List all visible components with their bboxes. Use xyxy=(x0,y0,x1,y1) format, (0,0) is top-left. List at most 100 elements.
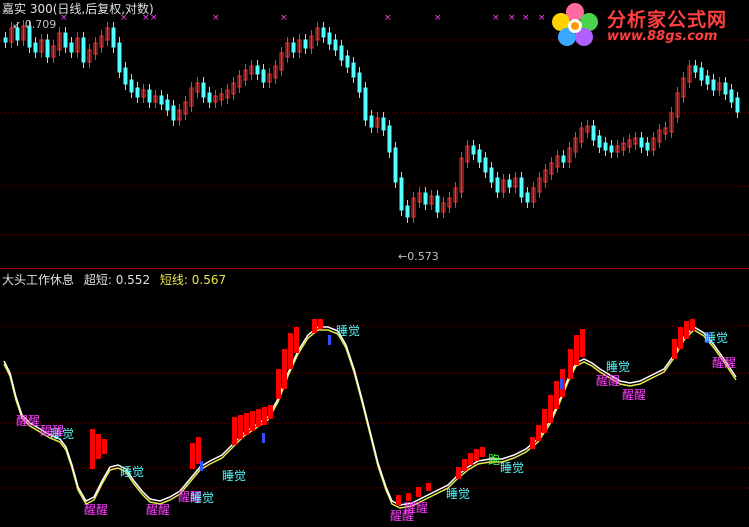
signal-bar-blue xyxy=(328,335,331,345)
candle-body xyxy=(381,117,386,131)
candle-body xyxy=(171,105,176,121)
high-price-label: ↙ 0.709 xyxy=(12,18,57,31)
wake-label: 醒醒 xyxy=(596,374,621,388)
short-label: 短线: xyxy=(159,273,188,287)
signal-x-marker: × xyxy=(280,13,288,23)
candle-body xyxy=(705,75,710,85)
signal-bar xyxy=(690,319,695,331)
signal-bar xyxy=(294,327,299,353)
candle-body xyxy=(363,87,368,121)
candle-body xyxy=(147,89,152,103)
signal-x-marker: × xyxy=(522,13,530,23)
signal-bar xyxy=(90,429,95,469)
signal-bar xyxy=(426,483,431,491)
candle-body xyxy=(525,192,530,203)
candle-body xyxy=(609,145,614,153)
candle-body xyxy=(399,177,404,211)
candle-body xyxy=(327,32,332,45)
signal-bar xyxy=(312,319,317,333)
signal-bar xyxy=(256,409,261,427)
indicator-name: 大头工作休息 xyxy=(2,273,75,287)
candle-body xyxy=(435,195,440,213)
signal-bar xyxy=(288,333,293,369)
candle-body xyxy=(723,82,728,95)
wake-label: 醒醒 xyxy=(84,503,109,517)
candle-body xyxy=(135,87,140,98)
signal-bar xyxy=(196,437,201,464)
sleep-label: 睡觉 xyxy=(336,324,361,338)
super-short-line xyxy=(3,326,737,506)
sleep-label: 睡觉 xyxy=(222,469,247,483)
wake-label: 醒醒 xyxy=(40,424,65,438)
main-chart-title: 嘉实 300(日线,后复权,对数) xyxy=(2,2,154,16)
signal-bar xyxy=(480,447,485,457)
sleep-label: 睡觉 xyxy=(446,487,471,501)
signal-bar xyxy=(542,409,547,433)
signal-bar xyxy=(238,415,243,439)
sleep-label: 睡觉 xyxy=(190,491,215,505)
candle-body xyxy=(699,67,704,81)
candle-body xyxy=(357,72,362,93)
candle-body xyxy=(561,155,566,163)
candle-body xyxy=(201,82,206,98)
signal-bar xyxy=(190,443,195,469)
candle-body xyxy=(345,55,350,68)
candle-body xyxy=(591,125,596,141)
candle-body xyxy=(483,157,488,173)
signal-bar xyxy=(554,381,559,409)
candle-body xyxy=(597,135,602,148)
logo-url: www.88gs.com xyxy=(607,29,718,44)
candle-body xyxy=(507,179,512,188)
candle-body xyxy=(111,27,116,48)
candle-body xyxy=(123,67,128,85)
candle-body xyxy=(303,39,308,49)
candle-body xyxy=(165,99,170,111)
candle-body xyxy=(351,62,356,78)
candle-body xyxy=(735,97,740,113)
signal-bar xyxy=(672,339,677,359)
signal-bar xyxy=(574,335,579,365)
low-price-label: ←0.573 xyxy=(398,250,439,263)
candle-body xyxy=(693,65,698,73)
signal-bar-blue xyxy=(200,461,203,471)
low-arrow-icon: ← xyxy=(398,250,408,263)
candle-body xyxy=(45,39,50,58)
candle-body xyxy=(333,39,338,51)
signal-bar xyxy=(102,439,107,454)
candle-body xyxy=(645,142,650,151)
candle-body xyxy=(639,137,644,148)
signal-bar xyxy=(262,407,267,425)
sleep-label: 睡觉 xyxy=(120,465,145,479)
wake-label: 醒醒 xyxy=(622,388,647,402)
signal-bar xyxy=(456,467,461,479)
candle-body xyxy=(3,37,8,43)
candle-body xyxy=(603,142,608,151)
signal-x-marker: × xyxy=(508,13,516,23)
signal-bar-blue xyxy=(560,379,563,389)
candle-body xyxy=(393,147,398,183)
candle-body xyxy=(81,37,86,63)
wake-label: 醒醒 xyxy=(16,414,41,428)
signal-bar xyxy=(684,321,689,339)
candle-body xyxy=(117,42,122,73)
signal-bar xyxy=(548,395,553,423)
candle-body xyxy=(423,192,428,205)
flower-logo-icon xyxy=(552,3,598,46)
signal-bar xyxy=(232,417,237,445)
run-label: 跑 xyxy=(488,453,501,467)
indicator-title: 大头工作休息 超短: 0.552 短线: 0.567 xyxy=(2,271,226,288)
candle-body xyxy=(63,32,68,48)
signal-bar xyxy=(244,413,249,435)
signal-bar xyxy=(268,405,273,419)
signal-bar xyxy=(536,425,541,441)
candle-body xyxy=(489,167,494,183)
site-logo[interactable]: 分析家公式网 www.88gs.com xyxy=(545,0,749,48)
candle-body xyxy=(291,42,296,53)
short-value: 0.567 xyxy=(191,273,227,287)
super-short-label: 超短: xyxy=(83,273,112,287)
signal-bar xyxy=(96,434,101,459)
signal-x-marker: × xyxy=(384,13,392,23)
candle-body xyxy=(159,95,164,105)
candle-body xyxy=(339,45,344,61)
candle-body xyxy=(261,69,266,83)
